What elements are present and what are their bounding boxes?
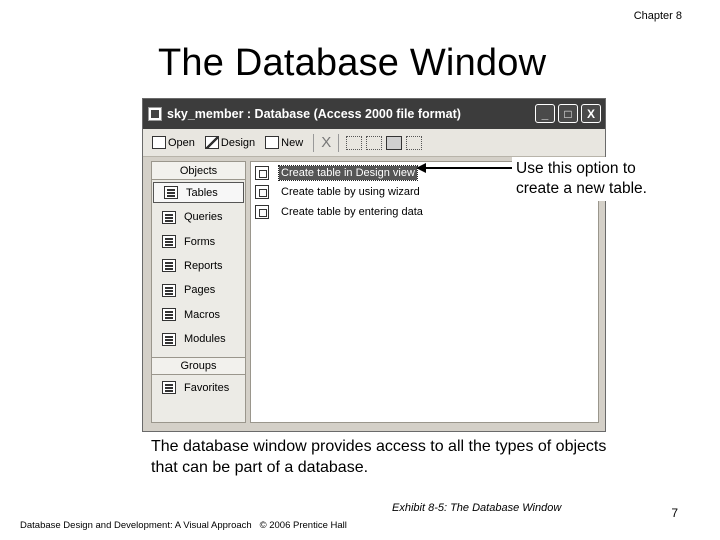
object-label: Macros: [184, 308, 221, 321]
object-reports[interactable]: Reports: [152, 254, 245, 278]
page-icon: [162, 283, 176, 297]
objects-panel: Objects Tables Queries Forms Reports Pag…: [151, 161, 246, 423]
object-label: Queries: [184, 211, 223, 224]
object-forms[interactable]: Forms: [152, 229, 245, 253]
delete-button[interactable]: X: [321, 134, 331, 151]
new-icon: [265, 136, 280, 149]
exhibit-label: Exhibit 8-5: The Database Window: [392, 502, 562, 514]
footer: Database Design and Development: A Visua…: [20, 520, 347, 531]
open-button[interactable]: Open: [149, 136, 198, 149]
query-icon: [162, 210, 176, 224]
minimize-button[interactable]: _: [535, 104, 555, 123]
design-icon: [204, 136, 219, 149]
page-number: 7: [671, 506, 678, 520]
shortcut-icon: [255, 185, 269, 200]
callout-line-1: Use this option to: [516, 160, 636, 177]
toolbar-separator: [313, 133, 315, 152]
open-label: Open: [168, 136, 195, 149]
report-icon: [162, 259, 176, 273]
group-label: Favorites: [184, 381, 230, 394]
window-titlebar[interactable]: sky_member : Database (Access 2000 file …: [143, 99, 605, 129]
group-favorites[interactable]: Favorites: [152, 375, 245, 399]
small-icons-view-button[interactable]: [366, 135, 383, 150]
callout-line: [424, 167, 512, 169]
object-macros[interactable]: Macros: [152, 303, 245, 327]
shortcut-icon: [255, 165, 269, 180]
slide-title: The Database Window: [158, 42, 547, 84]
large-icons-view-button[interactable]: [346, 135, 363, 150]
toolbar-separator: [338, 133, 340, 152]
list-view-button[interactable]: [386, 135, 403, 150]
object-label: Pages: [184, 284, 216, 297]
details-view-button[interactable]: [406, 135, 423, 150]
new-button[interactable]: New: [262, 136, 306, 149]
design-button[interactable]: Design: [202, 136, 258, 149]
module-icon: [162, 332, 176, 346]
design-label: Design: [220, 136, 256, 149]
callout-text: Use this option to create a new table.: [512, 157, 672, 201]
new-label: New: [281, 136, 304, 149]
favorites-icon: [162, 381, 176, 395]
database-icon: [148, 107, 162, 121]
groups-header[interactable]: Groups: [152, 357, 245, 376]
object-modules[interactable]: Modules: [152, 327, 245, 351]
close-button[interactable]: X: [581, 104, 601, 123]
list-item-label: Create table in Design view: [278, 164, 418, 181]
chapter-label: Chapter 8: [633, 10, 682, 22]
object-tables[interactable]: Tables: [153, 182, 244, 203]
form-icon: [162, 235, 176, 249]
shortcut-icon: [255, 204, 269, 219]
macro-icon: [162, 308, 176, 322]
window-title: sky_member : Database (Access 2000 file …: [167, 107, 461, 121]
object-pages[interactable]: Pages: [152, 278, 245, 302]
object-label: Tables: [186, 186, 218, 199]
database-window: sky_member : Database (Access 2000 file …: [142, 98, 606, 432]
list-item-entering-data[interactable]: Create table by entering data: [255, 202, 594, 222]
open-icon: [152, 136, 166, 149]
objects-header[interactable]: Objects: [152, 162, 245, 180]
toolbar: Open Design New X: [143, 129, 605, 157]
object-queries[interactable]: Queries: [152, 205, 245, 229]
object-label: Modules: [184, 333, 226, 346]
maximize-button[interactable]: □: [558, 104, 578, 123]
object-label: Forms: [184, 235, 216, 248]
callout-line-2: create a new table.: [516, 180, 647, 197]
table-icon: [164, 186, 178, 199]
list-item-label: Create table by using wizard: [281, 186, 420, 199]
caption: The database window provides access to a…: [151, 438, 607, 476]
list-item-label: Create table by entering data: [281, 205, 423, 218]
object-label: Reports: [184, 259, 223, 272]
